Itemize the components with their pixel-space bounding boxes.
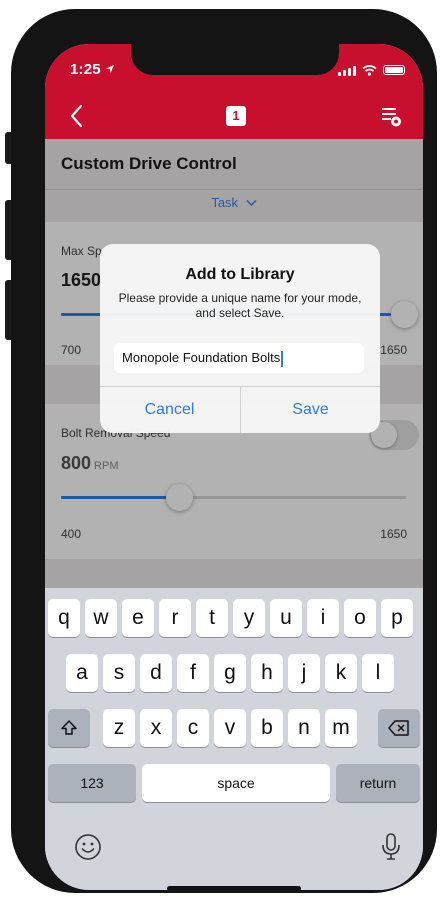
numbers-key[interactable]: 123 bbox=[48, 764, 136, 802]
key-v[interactable]: v bbox=[214, 709, 246, 747]
notch bbox=[131, 44, 339, 75]
library-name-input[interactable]: Monopole Foundation Bolts bbox=[114, 343, 364, 373]
key-b[interactable]: b bbox=[251, 709, 283, 747]
key-a[interactable]: a bbox=[66, 654, 98, 692]
key-i[interactable]: i bbox=[307, 599, 339, 637]
add-to-library-dialog: Add to Library Please provide a unique n… bbox=[100, 244, 380, 433]
cancel-button[interactable]: Cancel bbox=[100, 387, 239, 433]
key-z[interactable]: z bbox=[103, 709, 135, 747]
key-s[interactable]: s bbox=[103, 654, 135, 692]
key-r[interactable]: r bbox=[159, 599, 191, 637]
key-m[interactable]: m bbox=[325, 709, 357, 747]
key-n[interactable]: n bbox=[288, 709, 320, 747]
key-l[interactable]: l bbox=[362, 654, 394, 692]
keyboard: q w e r t y u i o p a s d f g h j k l z … bbox=[45, 588, 423, 890]
save-button[interactable]: Save bbox=[241, 387, 380, 433]
key-q[interactable]: q bbox=[48, 599, 80, 637]
delete-icon bbox=[388, 720, 409, 736]
microphone-icon[interactable] bbox=[380, 832, 402, 862]
key-g[interactable]: g bbox=[214, 654, 246, 692]
emoji-icon[interactable] bbox=[74, 833, 102, 861]
wifi-icon bbox=[362, 64, 377, 76]
list-settings-icon[interactable] bbox=[379, 104, 403, 128]
location-arrow-icon bbox=[106, 65, 115, 73]
status-icons bbox=[338, 64, 405, 76]
status-time: 1:25 bbox=[70, 61, 115, 78]
text-cursor bbox=[281, 350, 283, 367]
shift-icon bbox=[61, 720, 77, 735]
key-p[interactable]: p bbox=[381, 599, 413, 637]
home-indicator bbox=[167, 886, 301, 890]
return-key[interactable]: return bbox=[336, 764, 420, 802]
tab-count-badge[interactable]: 1 bbox=[226, 106, 246, 126]
key-h[interactable]: h bbox=[251, 654, 283, 692]
key-e[interactable]: e bbox=[122, 599, 154, 637]
shift-key[interactable] bbox=[48, 709, 90, 747]
dialog-message: Please provide a unique name for your mo… bbox=[118, 291, 362, 320]
back-button[interactable] bbox=[65, 102, 89, 130]
key-t[interactable]: t bbox=[196, 599, 228, 637]
space-key[interactable]: space bbox=[142, 764, 330, 802]
key-y[interactable]: y bbox=[233, 599, 265, 637]
key-f[interactable]: f bbox=[177, 654, 209, 692]
key-u[interactable]: u bbox=[270, 599, 302, 637]
cellular-signal-icon bbox=[338, 65, 356, 76]
key-k[interactable]: k bbox=[325, 654, 357, 692]
screen: 1:25 1 Custom Drive Control Task Max Sp … bbox=[45, 44, 423, 890]
dialog-title: Add to Library bbox=[185, 266, 295, 283]
key-o[interactable]: o bbox=[344, 599, 376, 637]
key-x[interactable]: x bbox=[140, 709, 172, 747]
key-w[interactable]: w bbox=[85, 599, 117, 637]
key-j[interactable]: j bbox=[288, 654, 320, 692]
delete-key[interactable] bbox=[378, 709, 420, 747]
key-c[interactable]: c bbox=[177, 709, 209, 747]
battery-icon bbox=[383, 65, 405, 75]
phone-frame: 1:25 1 Custom Drive Control Task Max Sp … bbox=[11, 9, 437, 893]
key-d[interactable]: d bbox=[140, 654, 172, 692]
